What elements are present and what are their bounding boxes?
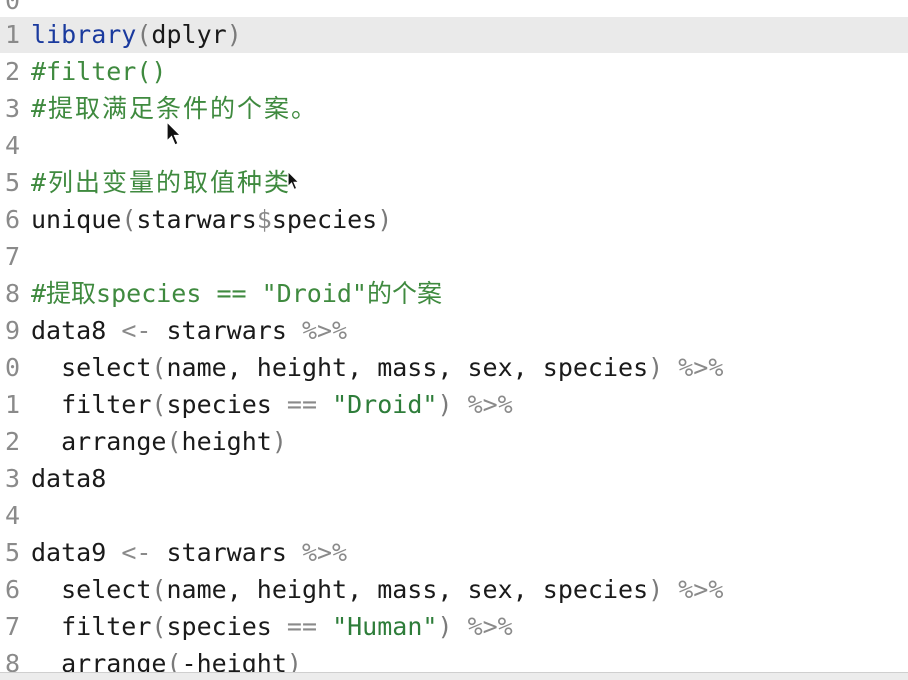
line-number: 1 (4, 390, 20, 419)
line-number: 0 (4, 353, 20, 382)
code-text: arrange(height) (31, 427, 287, 456)
code-text: select(name, height, mass, sex, species)… (31, 353, 724, 382)
code-line[interactable]: 2 arrange(height) (0, 424, 908, 460)
line-number: 2 (4, 57, 20, 86)
code-text: library(dplyr) (31, 20, 242, 49)
line-number: 8 (4, 649, 20, 672)
line-number: 5 (4, 168, 20, 197)
code-line[interactable]: 7 filter(species == "Human") %>% (0, 609, 908, 645)
comment-text: #提取species == "Droid"的个案 (31, 279, 442, 308)
code-text: data8 (31, 464, 107, 493)
code-line[interactable]: 1 library(dplyr) (0, 17, 908, 53)
code-line[interactable]: 0 select(name, height, mass, sex, specie… (0, 350, 908, 386)
code-line[interactable]: 9 data8 <- starwars %>% (0, 313, 908, 349)
line-number: 4 (4, 501, 20, 530)
code-text: select(name, height, mass, sex, species)… (31, 575, 724, 604)
line-number: 9 (4, 316, 20, 345)
line-number: 5 (4, 538, 20, 567)
line-number: 1 (4, 20, 20, 49)
line-number: 3 (4, 464, 20, 493)
comment-text: #列出变量的取值种类 (31, 168, 292, 197)
code-line[interactable]: 8 arrange(-height) (0, 646, 908, 672)
code-editor[interactable]: 0 1 library(dplyr) 2 #filter() 3 #提取满足条件… (0, 0, 908, 672)
code-line[interactable]: 5 #列出变量的取值种类 (0, 165, 908, 201)
line-number: 6 (4, 205, 20, 234)
code-line[interactable]: 4 (0, 128, 908, 164)
code-text: filter(species == "Human") %>% (31, 612, 513, 641)
code-line[interactable]: 4 (0, 498, 908, 534)
line-number: 6 (4, 575, 20, 604)
code-line[interactable]: 3 data8 (0, 461, 908, 497)
line-number: 7 (4, 242, 20, 271)
code-line[interactable]: 8 #提取species == "Droid"的个案 (0, 276, 908, 312)
comment-text: #filter() (31, 57, 167, 86)
code-text: data9 <- starwars %>% (31, 538, 348, 567)
code-text: unique(starwars$species) (31, 205, 393, 234)
code-line[interactable]: 3 #提取满足条件的个案。 (0, 91, 908, 127)
code-line[interactable]: 7 (0, 239, 908, 275)
line-number: 7 (4, 612, 20, 641)
line-number: 4 (4, 131, 20, 160)
code-line[interactable]: 5 data9 <- starwars %>% (0, 535, 908, 571)
line-number: 8 (4, 279, 20, 308)
code-line[interactable]: 6 select(name, height, mass, sex, specie… (0, 572, 908, 608)
code-text: filter(species == "Droid") %>% (31, 390, 513, 419)
code-line[interactable]: 2 #filter() (0, 54, 908, 90)
code-text: data8 <- starwars %>% (31, 316, 348, 345)
code-line[interactable]: 1 filter(species == "Droid") %>% (0, 387, 908, 423)
code-line[interactable]: 6 unique(starwars$species) (0, 202, 908, 238)
line-number: 3 (4, 94, 20, 123)
code-text: arrange(-height) (31, 649, 302, 672)
line-number: 2 (4, 427, 20, 456)
